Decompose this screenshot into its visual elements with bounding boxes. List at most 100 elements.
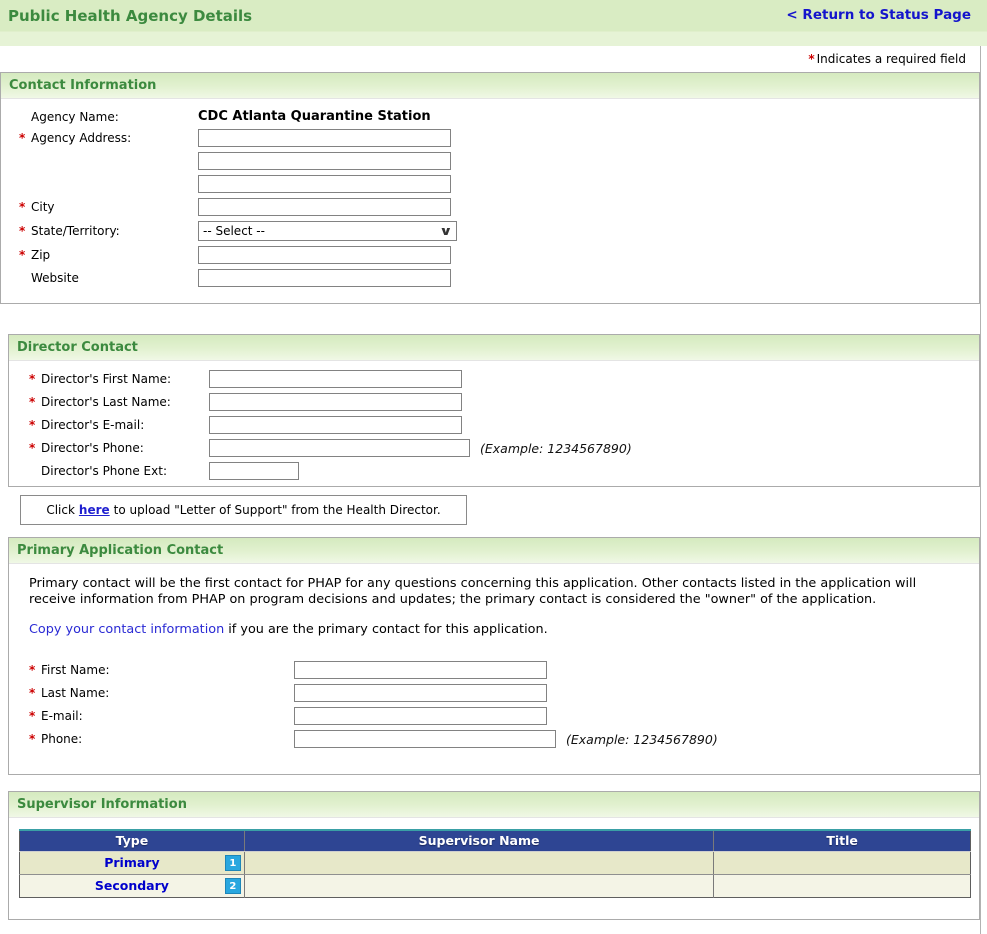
primary-first-name-label: First Name:: [41, 663, 110, 677]
row-number-badge[interactable]: 1: [224, 854, 241, 871]
primary-supervisor-title-cell: [713, 851, 971, 875]
agency-address-label: Agency Address:: [31, 131, 132, 145]
contact-section-header: Contact Information: [1, 73, 979, 99]
primary-section-header: Primary Application Contact: [9, 538, 979, 564]
required-asterisk: *: [29, 441, 36, 455]
director-phone-ext-row: Director's Phone Ext:: [29, 462, 979, 480]
director-section-header: Director Contact: [9, 335, 979, 361]
agency-address-row2: [19, 152, 979, 170]
required-asterisk: *: [29, 732, 36, 746]
city-row: * City: [19, 198, 979, 216]
phone-example-text: (Example: 1234567890): [480, 440, 632, 456]
required-asterisk: *: [29, 395, 36, 409]
copy-contact-link[interactable]: Copy your contact information: [29, 622, 224, 637]
zip-input[interactable]: [198, 246, 451, 264]
city-input[interactable]: [198, 198, 451, 216]
primary-supervisor-name-cell: [243, 851, 714, 875]
director-first-name-label: Director's First Name:: [41, 372, 172, 386]
required-field-note: * Indicates a required field: [0, 46, 980, 70]
state-territory-label: State/Territory:: [31, 224, 120, 238]
required-note-text: Indicates a required field: [816, 52, 966, 66]
primary-last-name-input[interactable]: [294, 684, 547, 702]
primary-first-name-row: * First Name:: [29, 661, 979, 679]
required-asterisk: *: [19, 224, 26, 238]
supervisor-table-header-row: Type Supervisor Name Title: [19, 829, 971, 852]
copy-contact-line: Copy your contact information if you are…: [29, 622, 979, 637]
state-territory-select[interactable]: -- Select -- ∨: [198, 221, 457, 241]
primary-first-name-input[interactable]: [294, 661, 547, 679]
state-territory-row: * State/Territory: -- Select -- ∨: [19, 221, 979, 241]
secondary-supervisor-name-cell: [243, 874, 714, 897]
director-email-input[interactable]: [209, 416, 462, 434]
section-director-contact: Director Contact * Director's First Name…: [8, 334, 980, 487]
required-asterisk: *: [29, 709, 36, 723]
primary-last-name-label: Last Name:: [41, 686, 110, 700]
website-label: Website: [31, 271, 79, 285]
state-select-value: -- Select --: [203, 224, 265, 238]
return-to-status-link[interactable]: < Return to Status Page: [786, 7, 971, 23]
chevron-down-icon: ∨: [439, 224, 453, 238]
director-phone-ext-label: Director's Phone Ext:: [41, 464, 167, 478]
copy-contact-suffix: if you are the primary contact for this …: [224, 622, 548, 637]
supervisor-section-header: Supervisor Information: [9, 792, 979, 818]
required-asterisk: *: [29, 418, 36, 432]
director-last-name-label: Director's Last Name:: [41, 395, 171, 409]
director-phone-ext-input[interactable]: [209, 462, 299, 480]
upload-here-link[interactable]: here: [79, 503, 110, 517]
agency-address-row3: [19, 175, 979, 193]
primary-last-name-row: * Last Name:: [29, 684, 979, 702]
supervisor-table: Type Supervisor Name Title Primary 1 Sec…: [19, 829, 971, 898]
city-label: City: [31, 200, 55, 214]
agency-address-line2-input[interactable]: [198, 152, 451, 170]
upload-text-pre: Click: [46, 503, 75, 517]
director-last-name-input[interactable]: [209, 393, 462, 411]
upload-text-post: to upload "Letter of Support" from the H…: [113, 503, 441, 517]
secondary-supervisor-title-cell: [713, 874, 971, 897]
director-email-label: Director's E-mail:: [41, 418, 145, 432]
primary-email-row: * E-mail:: [29, 707, 979, 725]
primary-phone-input[interactable]: [294, 730, 556, 748]
agency-address-line1-input[interactable]: [198, 129, 451, 147]
agency-name-row: Agency Name: CDC Atlanta Quarantine Stat…: [19, 109, 979, 124]
primary-email-input[interactable]: [294, 707, 547, 725]
director-phone-row: * Director's Phone: (Example: 1234567890…: [29, 439, 979, 457]
required-asterisk: *: [29, 686, 36, 700]
primary-email-label: E-mail:: [41, 709, 83, 723]
director-first-name-input[interactable]: [209, 370, 462, 388]
phone-example-text: (Example: 1234567890): [566, 731, 718, 747]
column-header-title: Title: [713, 829, 971, 852]
secondary-supervisor-link[interactable]: Secondary: [95, 878, 169, 893]
required-asterisk: *: [29, 663, 36, 677]
zip-label: Zip: [31, 248, 51, 262]
required-asterisk: *: [29, 372, 36, 386]
agency-address-row: * Agency Address:: [19, 129, 979, 147]
page-content: * Indicates a required field Contact Info…: [0, 46, 981, 934]
row-number-badge[interactable]: 2: [224, 877, 241, 894]
agency-name-value: CDC Atlanta Quarantine Station: [198, 109, 431, 124]
required-asterisk: *: [19, 200, 26, 214]
table-row-secondary-supervisor: Secondary 2: [19, 874, 971, 897]
section-contact-information: Contact Information Agency Name: CDC Atl…: [0, 72, 980, 304]
primary-supervisor-link[interactable]: Primary: [104, 855, 159, 870]
director-phone-input[interactable]: [209, 439, 470, 457]
letter-of-support-upload-box: Click here to upload "Letter of Support"…: [20, 495, 467, 525]
table-row-primary-supervisor: Primary 1: [19, 851, 971, 875]
column-header-type: Type: [19, 829, 245, 852]
required-asterisk: *: [808, 52, 815, 66]
agency-name-label: Agency Name:: [31, 109, 119, 124]
website-row: Website: [19, 269, 979, 287]
section-supervisor-information: Supervisor Information Type Supervisor N…: [8, 791, 980, 920]
page-title: Public Health Agency Details: [8, 7, 253, 25]
title-bar: Public Health Agency Details < Return to…: [0, 0, 987, 46]
director-email-row: * Director's E-mail:: [29, 416, 979, 434]
website-input[interactable]: [198, 269, 451, 287]
agency-address-line3-input[interactable]: [198, 175, 451, 193]
director-first-name-row: * Director's First Name:: [29, 370, 979, 388]
required-asterisk: *: [19, 248, 26, 262]
director-last-name-row: * Director's Last Name:: [29, 393, 979, 411]
primary-contact-description: Primary contact will be the first contac…: [29, 576, 917, 607]
director-phone-label: Director's Phone:: [41, 441, 144, 455]
primary-phone-row: * Phone: (Example: 1234567890): [29, 730, 979, 748]
required-asterisk: *: [19, 131, 26, 145]
primary-phone-label: Phone:: [41, 732, 83, 746]
